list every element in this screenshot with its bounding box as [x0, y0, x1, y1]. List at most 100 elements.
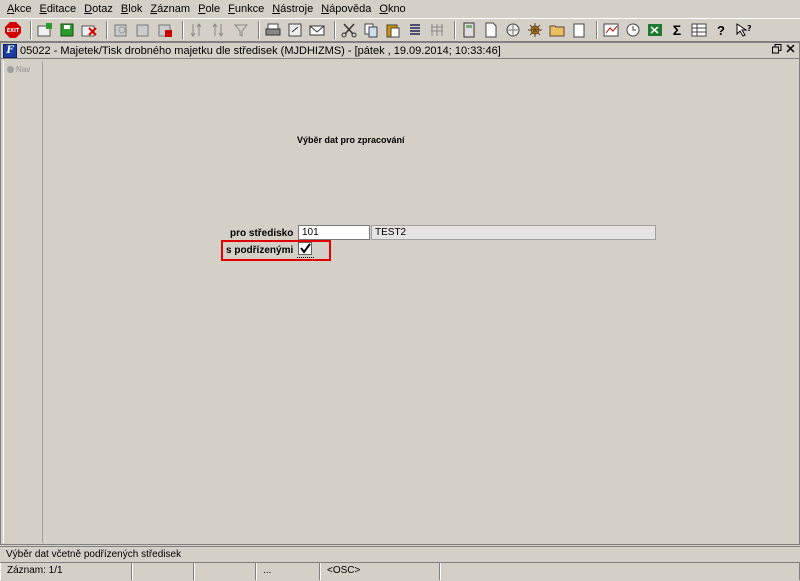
- sigma-icon: Σ: [672, 22, 682, 38]
- stredisko-name-field: TEST2: [371, 225, 656, 240]
- record-counter: Záznam: 1/1: [0, 563, 132, 580]
- excel-button[interactable]: [646, 21, 664, 39]
- hint-bar: Výběr dat včetně podřízených středisek: [0, 546, 800, 562]
- toolbar-separator: [258, 21, 260, 39]
- cut-button[interactable]: [340, 21, 358, 39]
- exit-button[interactable]: EXIT: [4, 21, 22, 39]
- menu-item-1[interactable]: Editace: [35, 0, 80, 18]
- page-icon: [573, 23, 585, 38]
- save-icon: [60, 23, 74, 37]
- folder-icon: [549, 25, 565, 37]
- calc-button[interactable]: [460, 21, 478, 39]
- sort-asc-button[interactable]: [188, 21, 206, 39]
- section-title: Výběr dat pro zpracování: [297, 135, 405, 145]
- toolbar-separator: [182, 21, 184, 39]
- export-button[interactable]: [286, 21, 304, 39]
- clock-icon: [626, 23, 640, 37]
- sort-asc-icon: [190, 23, 202, 37]
- stredisko-code-input[interactable]: 101: [298, 225, 370, 240]
- query-execute-icon: [136, 24, 149, 37]
- table-button[interactable]: [690, 21, 708, 39]
- menu-item-2[interactable]: Dotaz: [80, 0, 117, 18]
- menu-item-5[interactable]: Pole: [194, 0, 224, 18]
- sort-desc-icon: [212, 23, 224, 37]
- podrizene-label: s podřízenými: [226, 245, 294, 256]
- settings-button[interactable]: [526, 21, 544, 39]
- insert-record-button[interactable]: [36, 21, 54, 39]
- delete-record-icon: [81, 25, 97, 37]
- menu-item-9[interactable]: Okno: [375, 0, 409, 18]
- toolbar-separator: [106, 21, 108, 39]
- graph-icon: [603, 23, 619, 37]
- toolbar: EXIT Σ ? ?: [0, 18, 800, 42]
- close-icon[interactable]: [786, 44, 795, 58]
- menu-item-8[interactable]: Nápověda: [317, 0, 375, 18]
- copy-icon: [364, 23, 378, 38]
- document-icon: [485, 22, 497, 38]
- status-cell-empty: [440, 563, 800, 580]
- filter-button[interactable]: [232, 21, 250, 39]
- columns-icon: [431, 24, 443, 36]
- table-icon: [691, 23, 707, 37]
- menu-item-7[interactable]: Nástroje: [268, 0, 317, 18]
- toolbar-separator: [454, 21, 456, 39]
- globe-button[interactable]: [504, 21, 522, 39]
- nav-icon: [7, 66, 14, 73]
- folder-button[interactable]: [548, 21, 566, 39]
- menu-item-3[interactable]: Blok: [117, 0, 146, 18]
- delete-record-button[interactable]: [80, 21, 98, 39]
- stredisko-label: pro středisko: [230, 228, 294, 239]
- document-button[interactable]: [482, 21, 500, 39]
- globe-icon: [506, 23, 520, 37]
- paste-button[interactable]: [384, 21, 402, 39]
- exit-icon: EXIT: [7, 28, 20, 34]
- form-window: F 05022 - Majetek/Tisk drobného majetku …: [0, 42, 800, 545]
- window-controls: [772, 44, 795, 58]
- status-ellipsis: ...: [256, 563, 320, 580]
- context-help-button[interactable]: ?: [734, 21, 752, 39]
- context-help-icon: ?: [736, 23, 751, 37]
- mail-button[interactable]: [308, 21, 326, 39]
- sum-button[interactable]: Σ: [668, 21, 686, 39]
- toolbar-separator: [334, 21, 336, 39]
- sort-desc-button[interactable]: [210, 21, 228, 39]
- query-icon: [114, 24, 127, 37]
- clock-button[interactable]: [624, 21, 642, 39]
- excel-icon: [648, 24, 662, 36]
- checkmark-icon: [300, 243, 311, 254]
- podrizene-checkbox[interactable]: [298, 242, 312, 255]
- paste-icon: [386, 24, 400, 38]
- save-button[interactable]: [58, 21, 76, 39]
- nav-pane[interactable]: Nav: [3, 61, 43, 543]
- list-button[interactable]: [406, 21, 424, 39]
- calculator-icon: [463, 22, 475, 38]
- menu-item-0[interactable]: Akce: [3, 0, 35, 18]
- status-bar: Záznam: 1/1 ... <OSC>: [0, 562, 800, 581]
- query-execute-button[interactable]: [134, 21, 152, 39]
- insert-record-icon: [37, 23, 52, 37]
- help-button[interactable]: ?: [712, 21, 730, 39]
- menu-bar: Akce Editace Dotaz Blok Záznam Pole Funkce Nást…: [0, 0, 800, 18]
- print-button[interactable]: [264, 21, 282, 39]
- columns-button[interactable]: [428, 21, 446, 39]
- menu-item-6[interactable]: Funkce: [224, 0, 268, 18]
- app-logo-icon: F: [3, 43, 17, 58]
- copy-button[interactable]: [362, 21, 380, 39]
- window-title: 05022 - Majetek/Tisk drobného majetku dl…: [20, 44, 501, 57]
- query-button[interactable]: [112, 21, 130, 39]
- graph-button[interactable]: [602, 21, 620, 39]
- restore-icon[interactable]: [772, 44, 782, 58]
- focus-indicator: [297, 257, 314, 258]
- question-mark-icon: ?: [717, 22, 725, 38]
- status-cell-empty: [132, 563, 194, 580]
- export-icon: [288, 23, 302, 37]
- list-icon: [410, 24, 420, 35]
- status-mode: <OSC>: [320, 563, 440, 580]
- page-button[interactable]: [570, 21, 588, 39]
- window-titlebar: F 05022 - Majetek/Tisk drobného majetku …: [1, 43, 799, 59]
- printer-icon: [265, 23, 281, 36]
- svg-text:?: ?: [747, 24, 751, 33]
- mail-icon: [309, 25, 325, 36]
- menu-item-4[interactable]: Záznam: [146, 0, 194, 18]
- query-cancel-button[interactable]: [156, 21, 174, 39]
